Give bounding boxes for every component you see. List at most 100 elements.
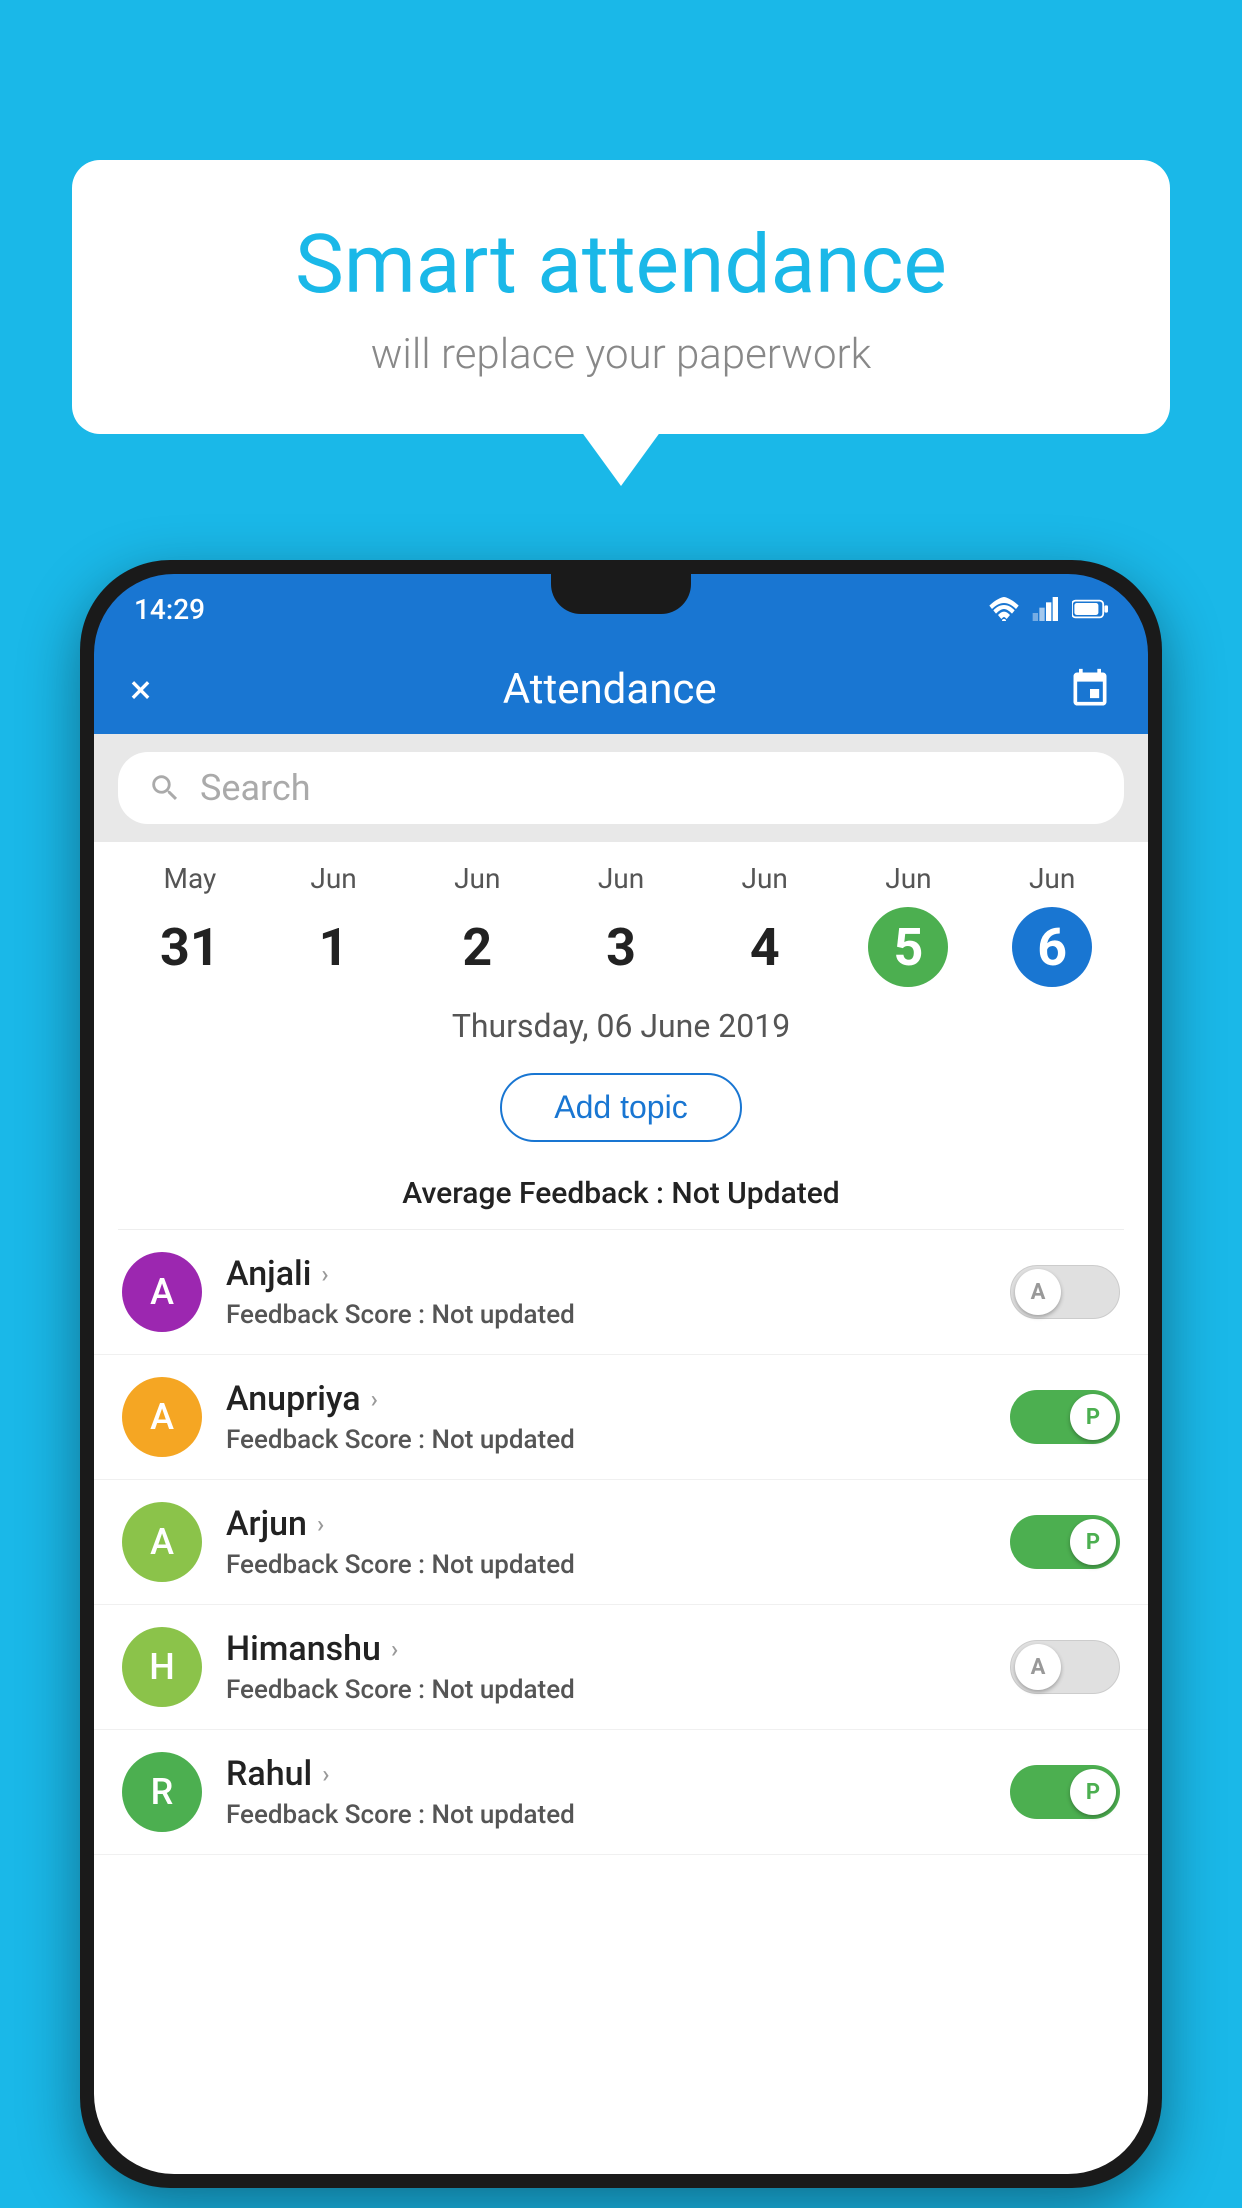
score-label: Feedback Score : — [226, 1425, 432, 1455]
calendar-col[interactable]: Jun 5 — [837, 862, 981, 987]
student-info: Himanshu › Feedback Score : Not updated — [226, 1629, 986, 1705]
cal-month: May — [164, 862, 217, 895]
calendar-col[interactable]: Jun 3 — [549, 862, 693, 987]
calendar-col[interactable]: Jun4 — [693, 862, 837, 987]
add-topic-button[interactable]: Add topic — [500, 1073, 741, 1142]
student-score: Feedback Score : Not updated — [226, 1675, 986, 1705]
student-name-text: Rahul — [226, 1754, 312, 1794]
toggle-container[interactable]: A — [1010, 1640, 1120, 1694]
student-score: Feedback Score : Not updated — [226, 1300, 986, 1330]
student-item[interactable]: A Anjali › Feedback Score : Not updated A — [94, 1230, 1148, 1355]
headline-title: Smart attendance — [132, 220, 1110, 310]
score-label: Feedback Score : — [226, 1550, 432, 1580]
avatar: A — [122, 1377, 202, 1457]
toggle-container[interactable]: P — [1010, 1515, 1120, 1569]
toggle-container[interactable]: P — [1010, 1390, 1120, 1444]
speech-bubble-container: Smart attendance will replace your paper… — [72, 160, 1170, 434]
student-info: Anupriya › Feedback Score : Not updated — [226, 1379, 986, 1455]
student-item[interactable]: H Himanshu › Feedback Score : Not updated A — [94, 1605, 1148, 1730]
score-label: Feedback Score : — [226, 1800, 432, 1830]
avatar: A — [122, 1252, 202, 1332]
student-name-text: Anjali — [226, 1254, 311, 1294]
status-icons — [988, 597, 1108, 621]
cal-day[interactable]: 5 — [868, 907, 948, 987]
cal-month: Jun — [598, 862, 644, 895]
calendar-col[interactable]: Jun6 — [980, 862, 1124, 987]
calendar-col[interactable]: Jun 2 — [405, 862, 549, 987]
student-score: Feedback Score : Not updated — [226, 1550, 986, 1580]
toggle-thumb: P — [1070, 1769, 1116, 1815]
avg-feedback: Average Feedback : Not Updated — [94, 1158, 1148, 1229]
app-bar-title: Attendance — [181, 665, 1038, 714]
score-value: Not updated — [432, 1675, 575, 1705]
toggle-thumb: P — [1070, 1394, 1116, 1440]
student-info: Rahul › Feedback Score : Not updated — [226, 1754, 986, 1830]
cal-day[interactable]: 1 — [294, 907, 374, 987]
avg-feedback-value: Not Updated — [671, 1176, 839, 1211]
calendar-row: May 31 Jun1 Jun 2 Jun 3 Jun4 Jun 5 Jun6 — [94, 842, 1148, 987]
student-item[interactable]: A Arjun › Feedback Score : Not updated P — [94, 1480, 1148, 1605]
student-name-text: Arjun — [226, 1504, 307, 1544]
headline-subtitle: will replace your paperwork — [132, 330, 1110, 379]
student-name: Arjun › — [226, 1504, 986, 1544]
chevron-icon: › — [391, 1635, 398, 1663]
score-value: Not updated — [432, 1300, 575, 1330]
student-name: Rahul › — [226, 1754, 986, 1794]
cal-month: Jun — [885, 862, 931, 895]
cal-day[interactable]: 31 — [150, 907, 230, 987]
close-button[interactable]: × — [130, 666, 151, 713]
toggle-thumb: A — [1015, 1644, 1061, 1690]
score-value: Not updated — [432, 1550, 575, 1580]
cal-day[interactable]: 3 — [581, 907, 661, 987]
search-bar[interactable]: Search — [118, 752, 1124, 824]
attendance-toggle[interactable]: P — [1010, 1515, 1120, 1569]
cal-day[interactable]: 4 — [725, 907, 805, 987]
student-info: Anjali › Feedback Score : Not updated — [226, 1254, 986, 1330]
wifi-icon — [988, 597, 1020, 621]
avatar: A — [122, 1502, 202, 1582]
score-label: Feedback Score : — [226, 1675, 432, 1705]
toggle-container[interactable]: P — [1010, 1765, 1120, 1819]
speech-bubble: Smart attendance will replace your paper… — [72, 160, 1170, 434]
student-item[interactable]: A Anupriya › Feedback Score : Not updated P — [94, 1355, 1148, 1480]
date-display: Thursday, 06 June 2019 — [94, 987, 1148, 1065]
calendar-col[interactable]: May 31 — [118, 862, 262, 987]
signal-icon — [1032, 597, 1060, 621]
student-item[interactable]: R Rahul › Feedback Score : Not updated P — [94, 1730, 1148, 1855]
student-name-text: Himanshu — [226, 1629, 381, 1669]
search-placeholder: Search — [200, 767, 311, 809]
app-bar: × Attendance — [94, 644, 1148, 734]
battery-icon — [1072, 599, 1108, 619]
student-score: Feedback Score : Not updated — [226, 1800, 986, 1830]
score-label: Feedback Score : — [226, 1300, 432, 1330]
student-score: Feedback Score : Not updated — [226, 1425, 986, 1455]
avatar: R — [122, 1752, 202, 1832]
student-info: Arjun › Feedback Score : Not updated — [226, 1504, 986, 1580]
attendance-toggle[interactable]: P — [1010, 1390, 1120, 1444]
chevron-icon: › — [322, 1760, 329, 1788]
chevron-icon: › — [317, 1510, 324, 1538]
student-list: AAnjali ›Feedback Score : Not updatedAAA… — [94, 1230, 1148, 1855]
search-icon — [148, 771, 182, 805]
calendar-icon[interactable] — [1068, 667, 1112, 711]
cal-month: Jun — [454, 862, 500, 895]
score-value: Not updated — [432, 1800, 575, 1830]
toggle-thumb: P — [1070, 1519, 1116, 1565]
attendance-toggle[interactable]: A — [1010, 1640, 1120, 1694]
student-name: Anupriya › — [226, 1379, 986, 1419]
attendance-toggle[interactable]: A — [1010, 1265, 1120, 1319]
chevron-icon: › — [371, 1385, 378, 1413]
calendar-col[interactable]: Jun1 — [262, 862, 406, 987]
student-name-text: Anupriya — [226, 1379, 361, 1419]
attendance-toggle[interactable]: P — [1010, 1765, 1120, 1819]
student-name: Himanshu › — [226, 1629, 986, 1669]
toggle-container[interactable]: A — [1010, 1265, 1120, 1319]
student-name: Anjali › — [226, 1254, 986, 1294]
toggle-thumb: A — [1015, 1269, 1061, 1315]
avatar: H — [122, 1627, 202, 1707]
cal-day[interactable]: 2 — [437, 907, 517, 987]
status-bar: 14:29 — [94, 574, 1148, 644]
cal-day[interactable]: 6 — [1012, 907, 1092, 987]
chevron-icon: › — [321, 1260, 328, 1288]
search-bar-container: Search — [94, 734, 1148, 842]
